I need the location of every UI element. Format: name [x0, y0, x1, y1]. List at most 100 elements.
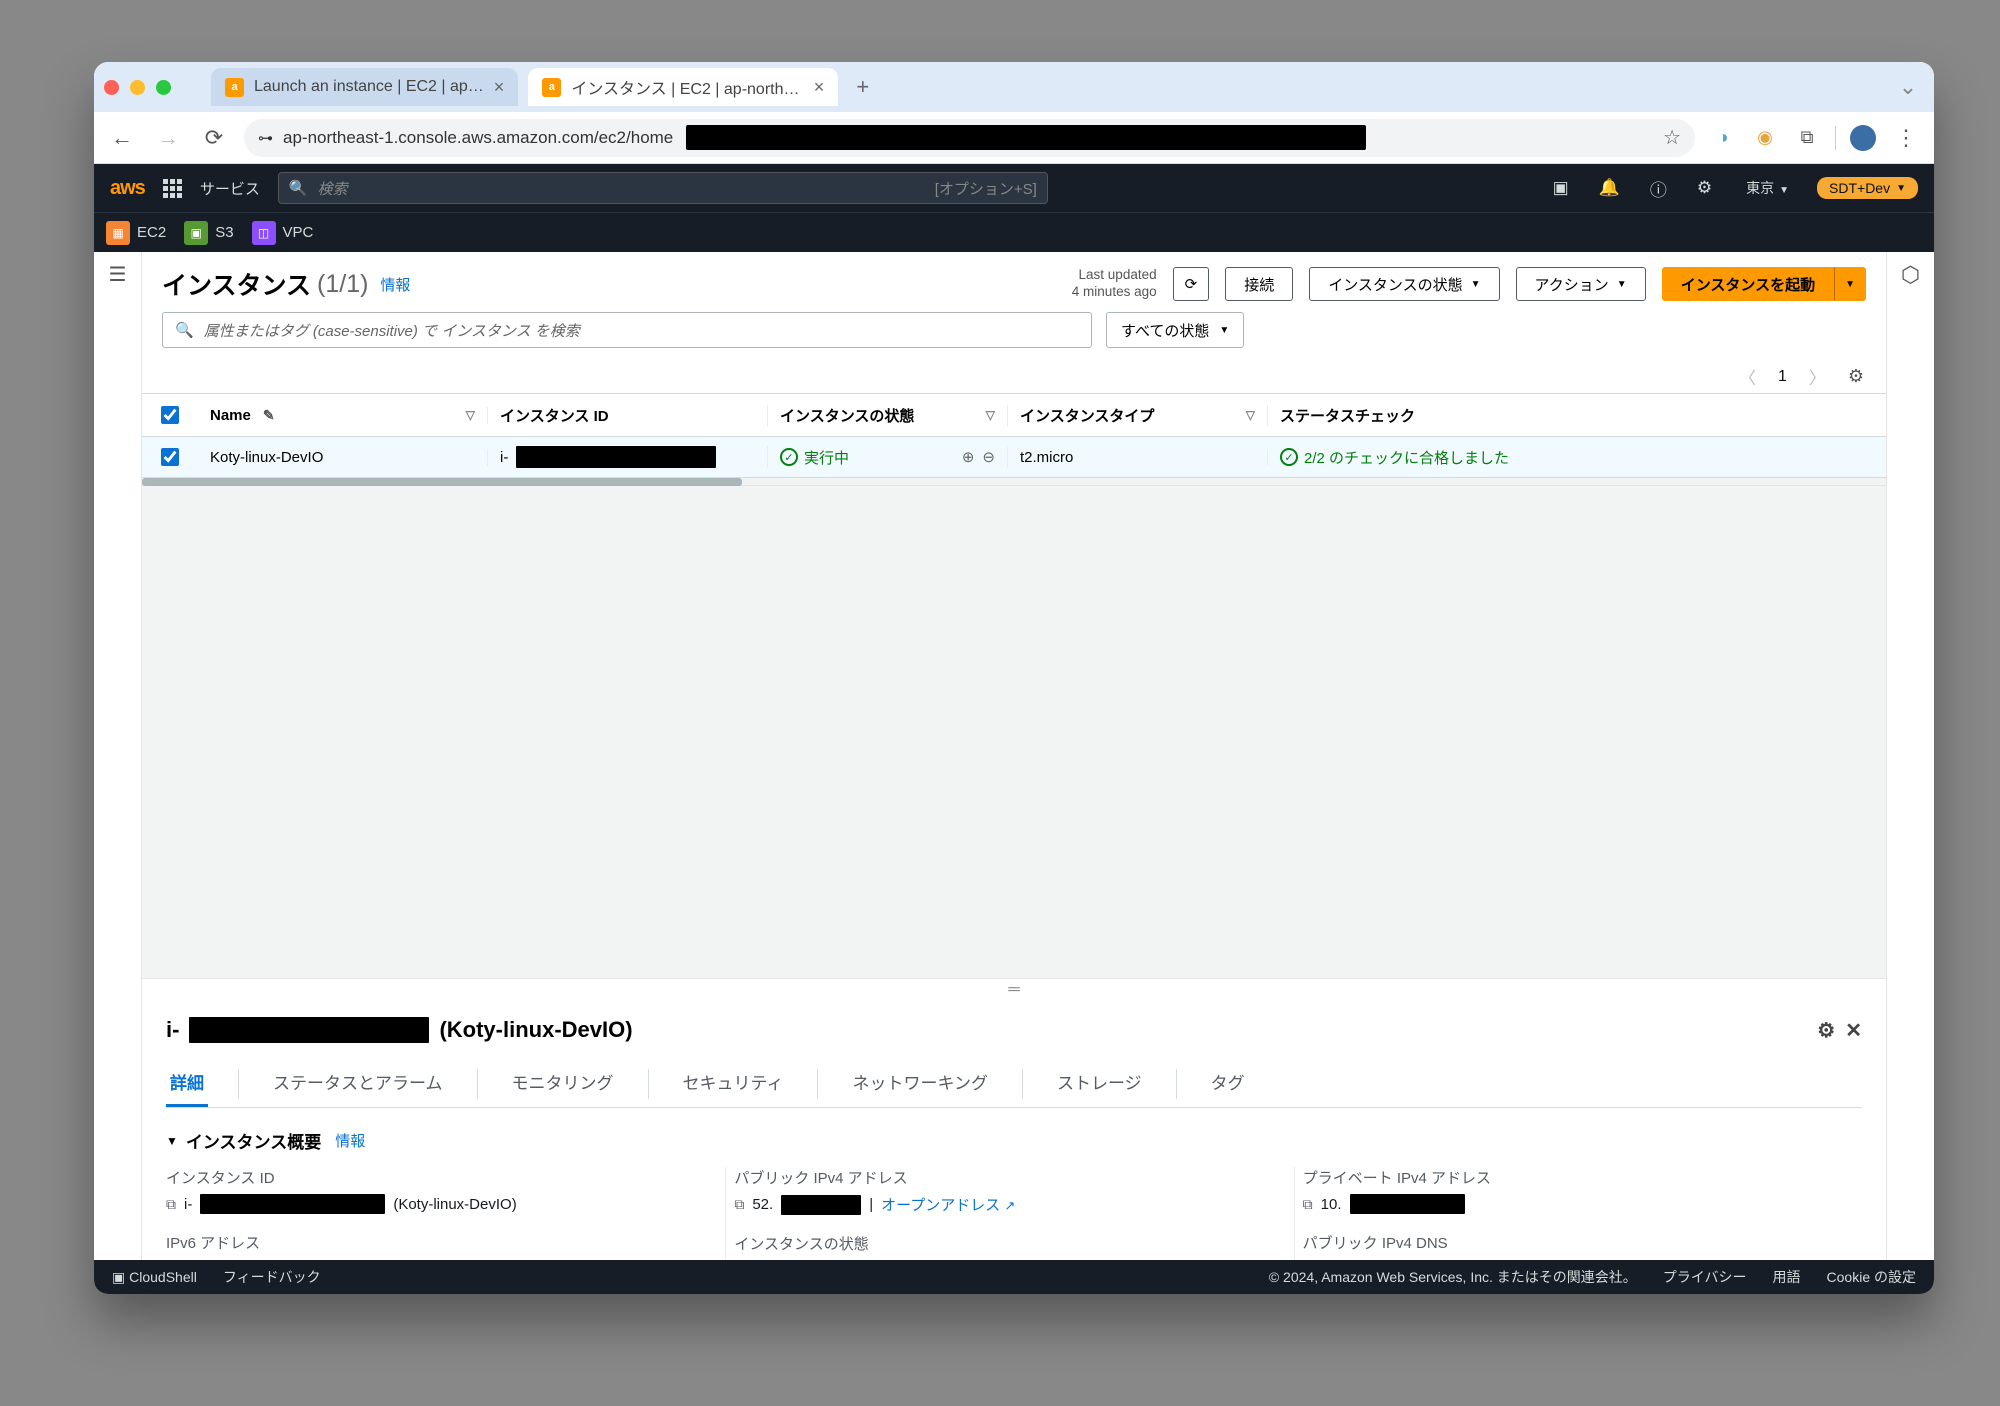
detail-settings-icon[interactable]: ⚙ [1817, 1018, 1835, 1043]
connect-button[interactable]: 接続 [1225, 267, 1293, 301]
sort-icon: ▽ [466, 408, 475, 422]
services-grid-icon[interactable] [163, 179, 182, 198]
instance-count: (1/1) [317, 270, 368, 299]
field-label: パブリック IPv4 DNS [1303, 1232, 1854, 1253]
tab-details[interactable]: 詳細 [166, 1061, 208, 1107]
browser-tab-active[interactable]: a インスタンス | EC2 | ap-northe… × [528, 68, 838, 106]
ok-icon: ✓ [1280, 448, 1298, 466]
instance-state-dropdown[interactable]: インスタンスの状態▼ [1309, 267, 1499, 301]
copy-icon[interactable]: ⧉ [1303, 1196, 1313, 1213]
col-status[interactable]: ステータスチェック [1268, 405, 1886, 426]
account-selector[interactable]: SDT+Dev▼ [1817, 177, 1918, 199]
refresh-button[interactable]: ⟳ [1173, 267, 1210, 301]
col-instance-id[interactable]: インスタンス ID [488, 405, 768, 426]
tab-networking[interactable]: ネットワーキング [848, 1061, 992, 1107]
bookmark-icon[interactable]: ☆ [1663, 125, 1681, 150]
settings-icon[interactable]: ⚙ [1691, 178, 1718, 198]
state-filter-dropdown[interactable]: すべての状態▼ [1106, 312, 1244, 348]
section-title[interactable]: インスタンス概要 情報 [166, 1128, 1862, 1153]
col-type[interactable]: インスタンスタイプ▽ [1008, 405, 1268, 426]
browser-tab-inactive[interactable]: a Launch an instance | EC2 | ap… × [211, 68, 518, 106]
close-detail-icon[interactable]: ✕ [1845, 1018, 1862, 1043]
tab-storage[interactable]: ストレージ [1053, 1061, 1146, 1107]
table-settings-icon[interactable]: ⚙ [1848, 366, 1864, 387]
page-header: インスタンス (1/1) 情報 Last updated 4 minutes a… [142, 252, 1886, 312]
actions-dropdown[interactable]: アクション▼ [1516, 267, 1646, 301]
address-bar: ← → ⟳ ⊶ ap-northeast-1.console.aws.amazo… [94, 112, 1934, 164]
info-link[interactable]: 情報 [380, 274, 410, 295]
prev-page[interactable]: 〈 [1739, 364, 1756, 389]
region-selector[interactable]: 東京▼ [1736, 178, 1799, 198]
close-tab-icon[interactable]: × [814, 77, 825, 98]
url-input[interactable]: ⊶ ap-northeast-1.console.aws.amazon.com/… [244, 119, 1695, 157]
tab-security[interactable]: セキュリティ [679, 1061, 788, 1107]
feedback-link[interactable]: フィードバック [223, 1267, 321, 1287]
close-window[interactable] [104, 80, 119, 95]
panel-resize-handle[interactable]: ═ [142, 978, 1886, 1001]
terms-link[interactable]: 用語 [1773, 1267, 1801, 1287]
site-info-icon[interactable]: ⊶ [258, 129, 273, 147]
reload-button[interactable]: ⟳ [198, 125, 230, 151]
cell-type: t2.micro [1008, 449, 1268, 466]
cell-status: ✓2/2 のチェックに合格しました [1268, 447, 1886, 468]
back-button[interactable]: ← [106, 125, 138, 151]
next-page[interactable]: 〉 [1809, 364, 1826, 389]
table-header-row: Name✎▽ インスタンス ID インスタンスの状態▽ インスタンスタイプ▽ ス… [142, 394, 1886, 436]
copy-icon[interactable]: ⧉ [734, 1196, 744, 1213]
shortcut-ec2[interactable]: ▦EC2 [106, 221, 166, 245]
chevron-down-icon[interactable]: ⌄ [1892, 74, 1924, 100]
aws-logo[interactable]: aws [110, 177, 145, 200]
cookie-link[interactable]: Cookie の設定 [1827, 1267, 1916, 1287]
new-tab-button[interactable]: + [848, 74, 877, 100]
pagination: 〈 1 〉 ⚙ [142, 360, 1886, 393]
notifications-icon[interactable]: 🔔 [1593, 178, 1626, 198]
tab-status[interactable]: ステータスとアラーム [269, 1061, 447, 1107]
cell-instance-id[interactable]: i- [488, 446, 768, 468]
url-text: ap-northeast-1.console.aws.amazon.com/ec… [283, 128, 673, 148]
zoom-out-icon[interactable]: ⊖ [982, 448, 995, 466]
empty-area [142, 486, 1886, 978]
services-label[interactable]: サービス [200, 178, 260, 199]
privacy-link[interactable]: プライバシー [1663, 1267, 1747, 1287]
filter-input[interactable]: 🔍 属性またはタグ (case-sensitive) で インスタンス を検索 [162, 312, 1092, 348]
aws-search-input[interactable]: 🔍 検索 [オプション+S] [278, 172, 1048, 204]
aws-top-nav: aws サービス 🔍 検索 [オプション+S] ▣ 🔔 ⓘ ⚙ 東京▼ SDT+… [94, 164, 1934, 212]
tab-monitoring[interactable]: モニタリング [508, 1061, 618, 1107]
detail-tabs: 詳細 ステータスとアラーム モニタリング セキュリティ ネットワーキング ストレ… [166, 1061, 1862, 1108]
browser-menu-icon[interactable]: ⋮ [1890, 125, 1922, 151]
aws-favicon-icon: a [542, 78, 561, 97]
right-sidebar-toggle[interactable]: ⬡ [1886, 252, 1934, 1260]
redacted [189, 1017, 429, 1043]
profile-avatar[interactable] [1850, 125, 1876, 151]
col-state[interactable]: インスタンスの状態▽ [768, 405, 1008, 426]
col-name[interactable]: Name✎▽ [198, 407, 488, 424]
open-address-link[interactable]: オープンアドレス ↗ [881, 1194, 1015, 1215]
extensions-menu-icon[interactable]: ⧉ [1793, 127, 1821, 148]
vpc-icon: ◫ [252, 221, 276, 245]
minimize-window[interactable] [130, 80, 145, 95]
table-row[interactable]: Koty-linux-DevIO i- ✓実行中 ⊕ ⊖ t2.micro ✓2… [142, 436, 1886, 478]
zoom-in-icon[interactable]: ⊕ [962, 448, 975, 466]
tab-tags[interactable]: タグ [1207, 1061, 1249, 1107]
horizontal-scrollbar[interactable] [142, 478, 1886, 486]
extension-icon[interactable]: ◑ [1709, 127, 1737, 148]
help-icon[interactable]: ⓘ [1644, 176, 1673, 201]
cloudshell-icon[interactable]: ▣ [1547, 178, 1575, 198]
copyright: © 2024, Amazon Web Services, Inc. またはその関… [1269, 1267, 1637, 1287]
external-link-icon: ↗ [1004, 1198, 1015, 1213]
redacted [686, 125, 1366, 150]
maximize-window[interactable] [156, 80, 171, 95]
cloudshell-link[interactable]: ▣ CloudShell [112, 1269, 197, 1286]
launch-instance-button[interactable]: インスタンスを起動 [1662, 267, 1834, 301]
copy-icon[interactable]: ⧉ [166, 1196, 176, 1213]
launch-instance-split[interactable]: ▼ [1834, 267, 1866, 301]
info-link[interactable]: 情報 [335, 1130, 365, 1151]
shortcut-vpc[interactable]: ◫VPC [252, 221, 314, 245]
forward-button[interactable]: → [152, 125, 184, 151]
left-sidebar-toggle[interactable]: ☰ [94, 252, 142, 1260]
close-tab-icon[interactable]: × [494, 77, 505, 98]
select-all-checkbox[interactable] [161, 406, 179, 424]
row-checkbox[interactable] [161, 448, 179, 466]
shortcut-s3[interactable]: ▣S3 [184, 221, 233, 245]
extension-icon[interactable]: ◉ [1751, 127, 1779, 148]
